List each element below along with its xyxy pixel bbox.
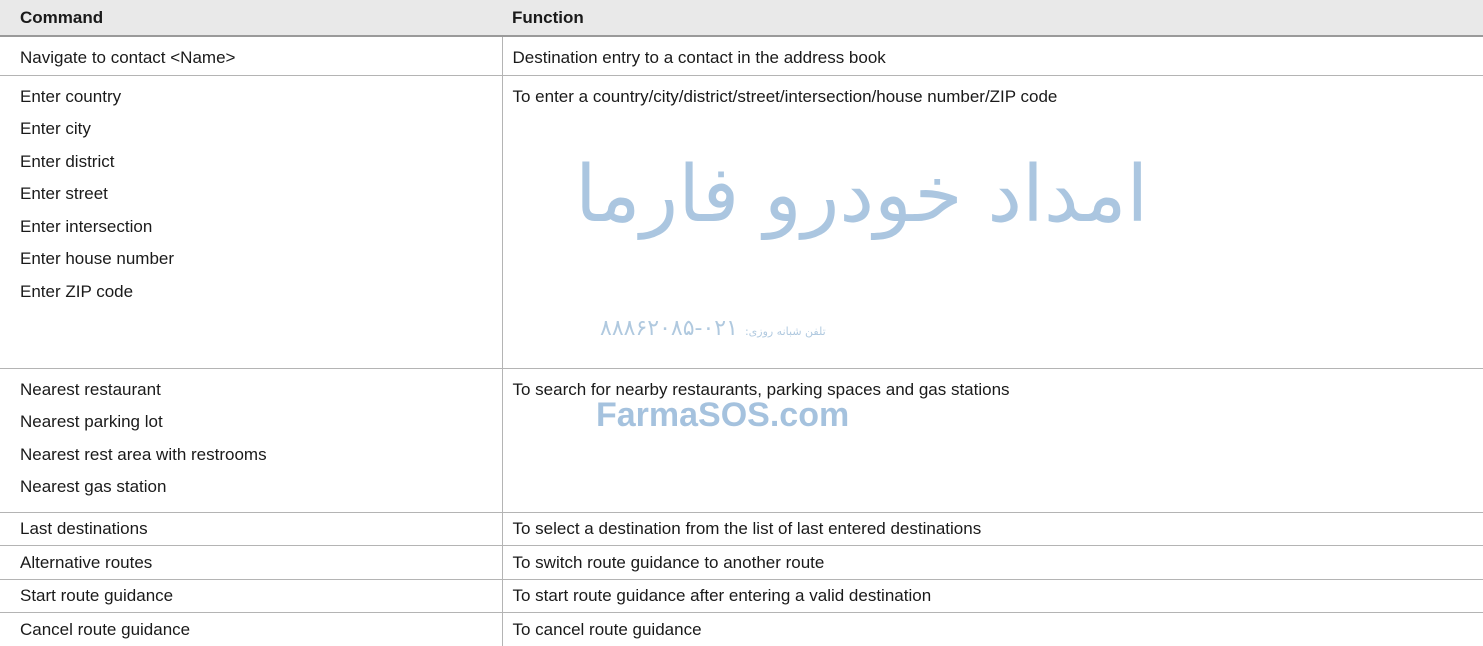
command-cell: Cancel route guidance: [0, 612, 502, 646]
table-row: Start route guidance To start route guid…: [0, 579, 1483, 613]
command-cell: Alternative routes: [0, 545, 502, 580]
command-text: Enter country: [20, 86, 122, 106]
command-text: Enter house number: [20, 249, 175, 268]
command-text: Nearest rest area with restrooms: [20, 444, 267, 464]
command-text: Cancel route guidance: [20, 619, 191, 639]
column-header-function: Function: [502, 0, 1483, 37]
command-cell: Nearest restaurant Nearest parking lot N…: [0, 368, 502, 513]
table-row: Enter country Enter city Enter district …: [0, 75, 1483, 369]
command-cell: Start route guidance: [0, 579, 502, 613]
function-cell: To cancel route guidance: [501, 612, 1483, 646]
command-text: Enter city: [20, 119, 91, 138]
table-row: Alternative routes To switch route guida…: [0, 545, 1483, 580]
command-text: Start route guidance: [20, 585, 174, 605]
command-text: Enter street: [20, 184, 108, 203]
function-cell: To select a destination from the list of…: [501, 512, 1483, 546]
table-row: Nearest restaurant Nearest parking lot N…: [0, 368, 1483, 513]
command-cell: Enter country Enter city Enter district …: [0, 75, 502, 369]
function-cell: Destination entry to a contact in the ad…: [501, 36, 1483, 76]
command-cell: Navigate to contact <Name>: [0, 36, 502, 76]
function-cell: To start route guidance after entering a…: [501, 579, 1483, 613]
table-row: Cancel route guidance To cancel route gu…: [0, 612, 1483, 646]
column-header-command: Command: [0, 0, 502, 37]
function-cell: To search for nearby restaurants, parkin…: [501, 368, 1483, 513]
command-text: Nearest parking lot: [20, 412, 163, 431]
command-text: Enter intersection: [20, 216, 153, 236]
command-text: Navigate to contact <Name>: [20, 48, 236, 67]
table-row: Last destinations To select a destinatio…: [0, 512, 1483, 546]
command-text: Alternative routes: [20, 552, 153, 572]
command-cell: Last destinations: [0, 512, 502, 546]
function-cell: To switch route guidance to another rout…: [501, 545, 1483, 580]
voice-command-table: Command Function Navigate to contact <Na…: [0, 0, 1483, 646]
command-text: Nearest gas station: [20, 477, 167, 496]
table-header-row: Command Function: [0, 0, 1483, 37]
command-text: Enter ZIP code: [20, 281, 134, 301]
function-cell: To enter a country/city/district/street/…: [501, 75, 1483, 369]
table-row: Navigate to contact <Name> Destination e…: [0, 36, 1483, 76]
command-text: Enter district: [20, 151, 115, 171]
command-text: Nearest restaurant: [20, 379, 161, 399]
command-text: Last destinations: [20, 518, 148, 538]
